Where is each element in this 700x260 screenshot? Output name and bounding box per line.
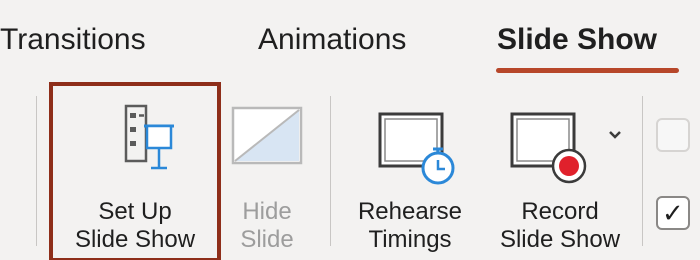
rehearse-timings-label: Rehearse Timings [357, 198, 463, 253]
option-checkbox-checked[interactable]: ✓ [656, 196, 690, 230]
hide-slide-icon [222, 100, 312, 190]
ribbon-separator [642, 96, 643, 246]
rehearse-timings-button[interactable]: Rehearse Timings [345, 90, 475, 255]
hide-slide-button[interactable]: Hide Slide [222, 90, 312, 255]
check-icon: ✓ [662, 199, 684, 229]
tab-slide-show[interactable]: Slide Show [497, 20, 657, 60]
record-slideshow-label: Record Slide Show [499, 198, 621, 253]
tab-animations[interactable]: Animations [258, 20, 406, 60]
active-tab-indicator [496, 68, 679, 73]
ribbon-separator [36, 96, 37, 246]
ribbon-separator [330, 96, 331, 246]
hide-slide-label: Hide Slide [240, 198, 294, 253]
tab-transitions[interactable]: Transitions [0, 20, 146, 60]
option-checkbox[interactable] [656, 118, 690, 152]
highlight-frame [49, 82, 221, 260]
record-slideshow-button[interactable]: Record Slide Show [490, 90, 630, 255]
chevron-down-icon[interactable] [605, 125, 625, 145]
rehearse-timings-icon [345, 100, 475, 190]
